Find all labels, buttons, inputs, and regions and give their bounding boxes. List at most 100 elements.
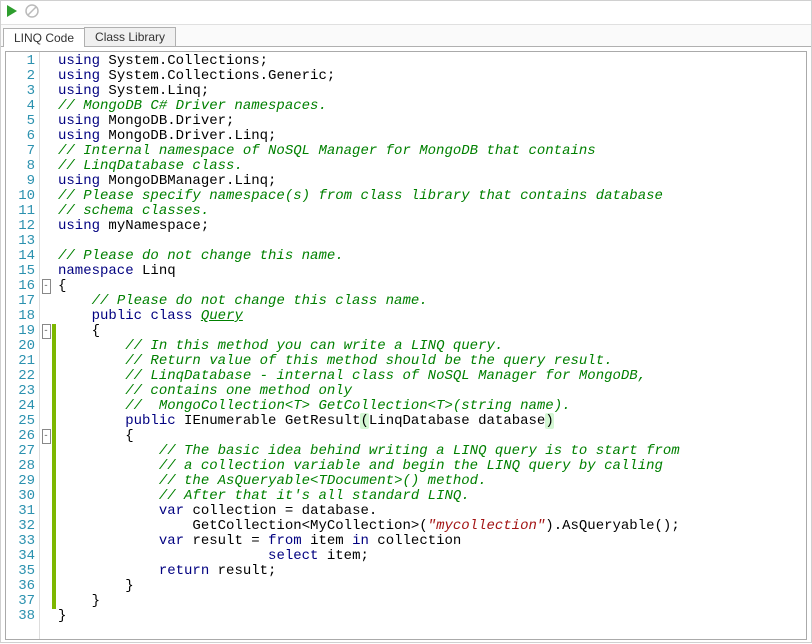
code-line[interactable]: } <box>58 579 680 594</box>
fold-cell <box>40 54 52 69</box>
code-line[interactable]: // Return value of this method should be… <box>58 354 680 369</box>
fold-cell <box>40 369 52 384</box>
line-number: 5 <box>6 114 35 129</box>
code-line[interactable]: { <box>58 279 680 294</box>
fold-cell <box>40 459 52 474</box>
code-line[interactable]: using MongoDB.Driver; <box>58 114 680 129</box>
line-number: 23 <box>6 384 35 399</box>
code-line[interactable]: } <box>58 609 680 624</box>
tab-class-library[interactable]: Class Library <box>84 27 176 46</box>
line-number: 31 <box>6 504 35 519</box>
fold-cell <box>40 264 52 279</box>
line-number: 11 <box>6 204 35 219</box>
line-number: 24 <box>6 399 35 414</box>
code-line[interactable]: // Please specify namespace(s) from clas… <box>58 189 680 204</box>
code-line[interactable]: // MongoDB C# Driver namespaces. <box>58 99 680 114</box>
line-number: 18 <box>6 309 35 324</box>
code-line[interactable]: // After that it's all standard LINQ. <box>58 489 680 504</box>
line-number: 2 <box>6 69 35 84</box>
line-number: 12 <box>6 219 35 234</box>
fold-cell <box>40 309 52 324</box>
code-line[interactable]: var collection = database. <box>58 504 680 519</box>
code-line[interactable]: public class Query <box>58 309 680 324</box>
fold-cell[interactable]: - <box>40 279 52 294</box>
code-line[interactable]: } <box>58 594 680 609</box>
fold-cell <box>40 399 52 414</box>
line-number: 26 <box>6 429 35 444</box>
code-line[interactable]: // contains one method only <box>58 384 680 399</box>
code-line[interactable]: { <box>58 429 680 444</box>
line-number: 4 <box>6 99 35 114</box>
line-number: 7 <box>6 144 35 159</box>
line-number: 14 <box>6 249 35 264</box>
line-number: 19 <box>6 324 35 339</box>
code-line[interactable]: { <box>58 324 680 339</box>
line-number: 15 <box>6 264 35 279</box>
code-line[interactable]: GetCollection<MyCollection>("mycollectio… <box>58 519 680 534</box>
fold-cell <box>40 384 52 399</box>
fold-cell <box>40 84 52 99</box>
fold-cell <box>40 204 52 219</box>
code-line[interactable]: // LinqDatabase class. <box>58 159 680 174</box>
fold-cell <box>40 249 52 264</box>
code-line[interactable]: // In this method you can write a LINQ q… <box>58 339 680 354</box>
code-line[interactable]: // Please do not change this name. <box>58 249 680 264</box>
tab-linq-code[interactable]: LINQ Code <box>3 28 85 47</box>
line-number: 35 <box>6 564 35 579</box>
line-number: 36 <box>6 579 35 594</box>
code-line[interactable]: using System.Collections; <box>58 54 680 69</box>
line-number: 29 <box>6 474 35 489</box>
code-editor[interactable]: 1234567891011121314151617181920212223242… <box>5 51 807 640</box>
fold-cell <box>40 564 52 579</box>
code-line[interactable]: return result; <box>58 564 680 579</box>
fold-toggle-icon[interactable]: - <box>42 279 51 294</box>
fold-column[interactable]: - - - <box>40 52 52 639</box>
code-area[interactable]: using System.Collections;using System.Co… <box>56 52 680 639</box>
fold-cell <box>40 189 52 204</box>
code-line[interactable]: public IEnumerable GetResult(LinqDatabas… <box>58 414 680 429</box>
fold-cell <box>40 609 52 624</box>
code-line[interactable]: using System.Linq; <box>58 84 680 99</box>
code-line[interactable]: select item; <box>58 549 680 564</box>
fold-cell <box>40 219 52 234</box>
fold-cell[interactable]: - <box>40 324 52 339</box>
code-line[interactable]: using System.Collections.Generic; <box>58 69 680 84</box>
code-line[interactable]: using MongoDB.Driver.Linq; <box>58 129 680 144</box>
line-number: 37 <box>6 594 35 609</box>
fold-cell <box>40 174 52 189</box>
code-line[interactable]: // the AsQueryable<TDocument>() method. <box>58 474 680 489</box>
fold-cell <box>40 159 52 174</box>
code-line[interactable]: // The basic idea behind writing a LINQ … <box>58 444 680 459</box>
run-icon[interactable] <box>5 4 19 21</box>
code-line[interactable]: // schema classes. <box>58 204 680 219</box>
code-line[interactable]: // Please do not change this class name. <box>58 294 680 309</box>
fold-cell <box>40 534 52 549</box>
line-number: 17 <box>6 294 35 309</box>
fold-cell <box>40 99 52 114</box>
stop-icon[interactable] <box>25 4 39 21</box>
code-line[interactable]: // MongoCollection<T> GetCollection<T>(s… <box>58 399 680 414</box>
fold-toggle-icon[interactable]: - <box>42 324 51 339</box>
fold-toggle-icon[interactable]: - <box>42 429 51 444</box>
line-number: 33 <box>6 534 35 549</box>
fold-cell <box>40 234 52 249</box>
code-line[interactable]: using MongoDBManager.Linq; <box>58 174 680 189</box>
fold-cell[interactable]: - <box>40 429 52 444</box>
code-line[interactable]: // a collection variable and begin the L… <box>58 459 680 474</box>
fold-cell <box>40 294 52 309</box>
line-number: 38 <box>6 609 35 624</box>
fold-cell <box>40 549 52 564</box>
code-line[interactable]: var result = from item in collection <box>58 534 680 549</box>
code-line[interactable] <box>58 234 680 249</box>
fold-cell <box>40 474 52 489</box>
fold-cell <box>40 339 52 354</box>
line-number: 34 <box>6 549 35 564</box>
line-number: 9 <box>6 174 35 189</box>
code-line[interactable]: using myNamespace; <box>58 219 680 234</box>
fold-cell <box>40 414 52 429</box>
code-line[interactable]: // LinqDatabase - internal class of NoSQ… <box>58 369 680 384</box>
code-line[interactable]: namespace Linq <box>58 264 680 279</box>
editor-container: 1234567891011121314151617181920212223242… <box>1 47 811 644</box>
code-line[interactable]: // Internal namespace of NoSQL Manager f… <box>58 144 680 159</box>
fold-cell <box>40 504 52 519</box>
